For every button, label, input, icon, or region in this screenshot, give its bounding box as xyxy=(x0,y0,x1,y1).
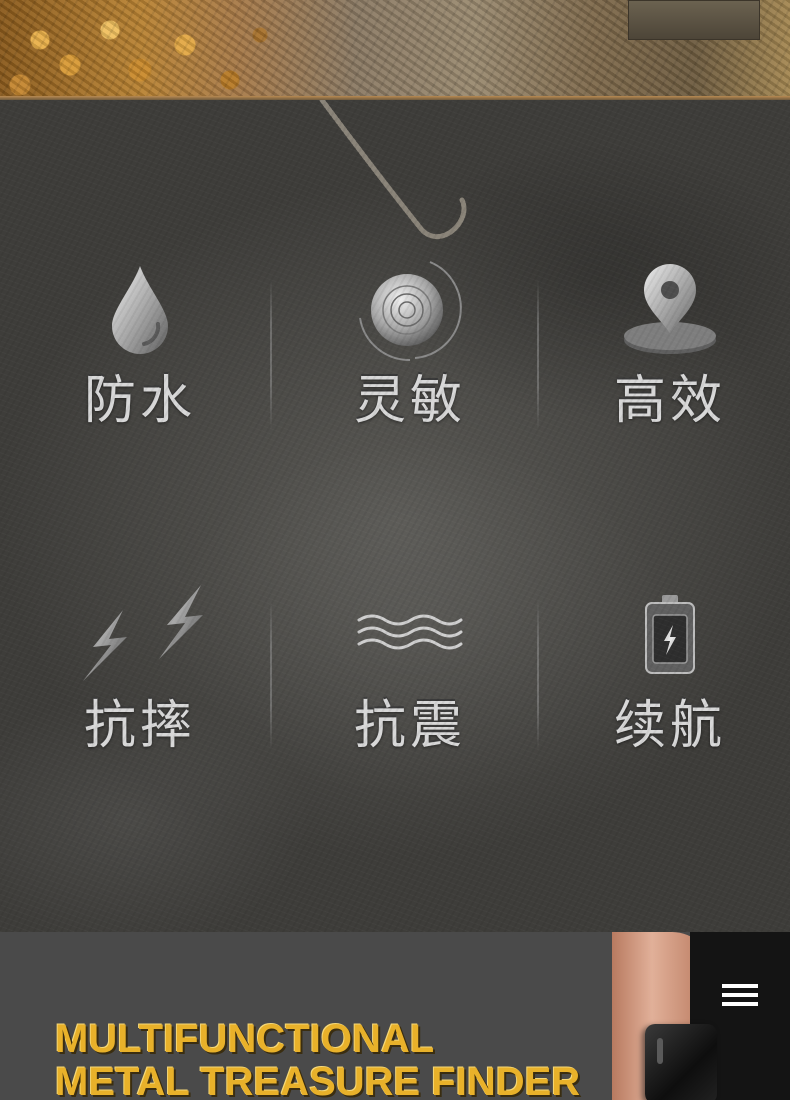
hamburger-menu-icon[interactable] xyxy=(722,984,758,1014)
divider xyxy=(270,600,272,750)
feature-efficient: 高效 xyxy=(545,260,790,430)
feature-drop-resistant: 抗摔 xyxy=(15,585,265,755)
menu-bar xyxy=(722,984,758,988)
metal-detector-device-image xyxy=(645,1024,717,1100)
treasure-banner-image xyxy=(0,0,790,100)
feature-label: 灵敏 xyxy=(285,370,535,430)
feature-sensitive: 灵敏 xyxy=(285,260,535,430)
rope-decoration xyxy=(319,100,467,239)
feature-waterproof: 防水 xyxy=(15,260,265,430)
product-title: MULTIFUNCTIONAL METAL TREASURE FINDER xyxy=(55,1018,580,1100)
product-title-line1: MULTIFUNCTIONAL xyxy=(55,1017,435,1061)
features-panel: 防水 灵敏 高效 抗摔 抗震 续航 xyxy=(0,100,790,932)
menu-bar xyxy=(722,993,758,997)
divider xyxy=(537,600,539,750)
wave-icon xyxy=(285,585,535,685)
location-pin-icon xyxy=(545,260,790,360)
feature-label: 高效 xyxy=(545,370,790,430)
treasure-chest-image xyxy=(628,0,760,40)
feature-shockproof: 抗震 xyxy=(285,585,535,755)
feature-label: 续航 xyxy=(545,695,790,755)
device-slot xyxy=(657,1038,663,1064)
lightning-icon xyxy=(15,585,265,685)
battery-icon xyxy=(545,585,790,685)
water-drop-icon xyxy=(15,260,265,360)
feature-battery-life: 续航 xyxy=(545,585,790,755)
radar-icon xyxy=(285,260,535,362)
feature-label: 抗摔 xyxy=(15,695,265,755)
feature-label: 抗震 xyxy=(285,695,535,755)
product-section: MULTIFUNCTIONAL METAL TREASURE FINDER xyxy=(0,932,790,1100)
divider xyxy=(537,280,539,430)
feature-label: 防水 xyxy=(15,370,265,430)
product-title-line2: METAL TREASURE FINDER xyxy=(55,1060,581,1100)
menu-bar xyxy=(722,1002,758,1006)
divider xyxy=(270,280,272,430)
